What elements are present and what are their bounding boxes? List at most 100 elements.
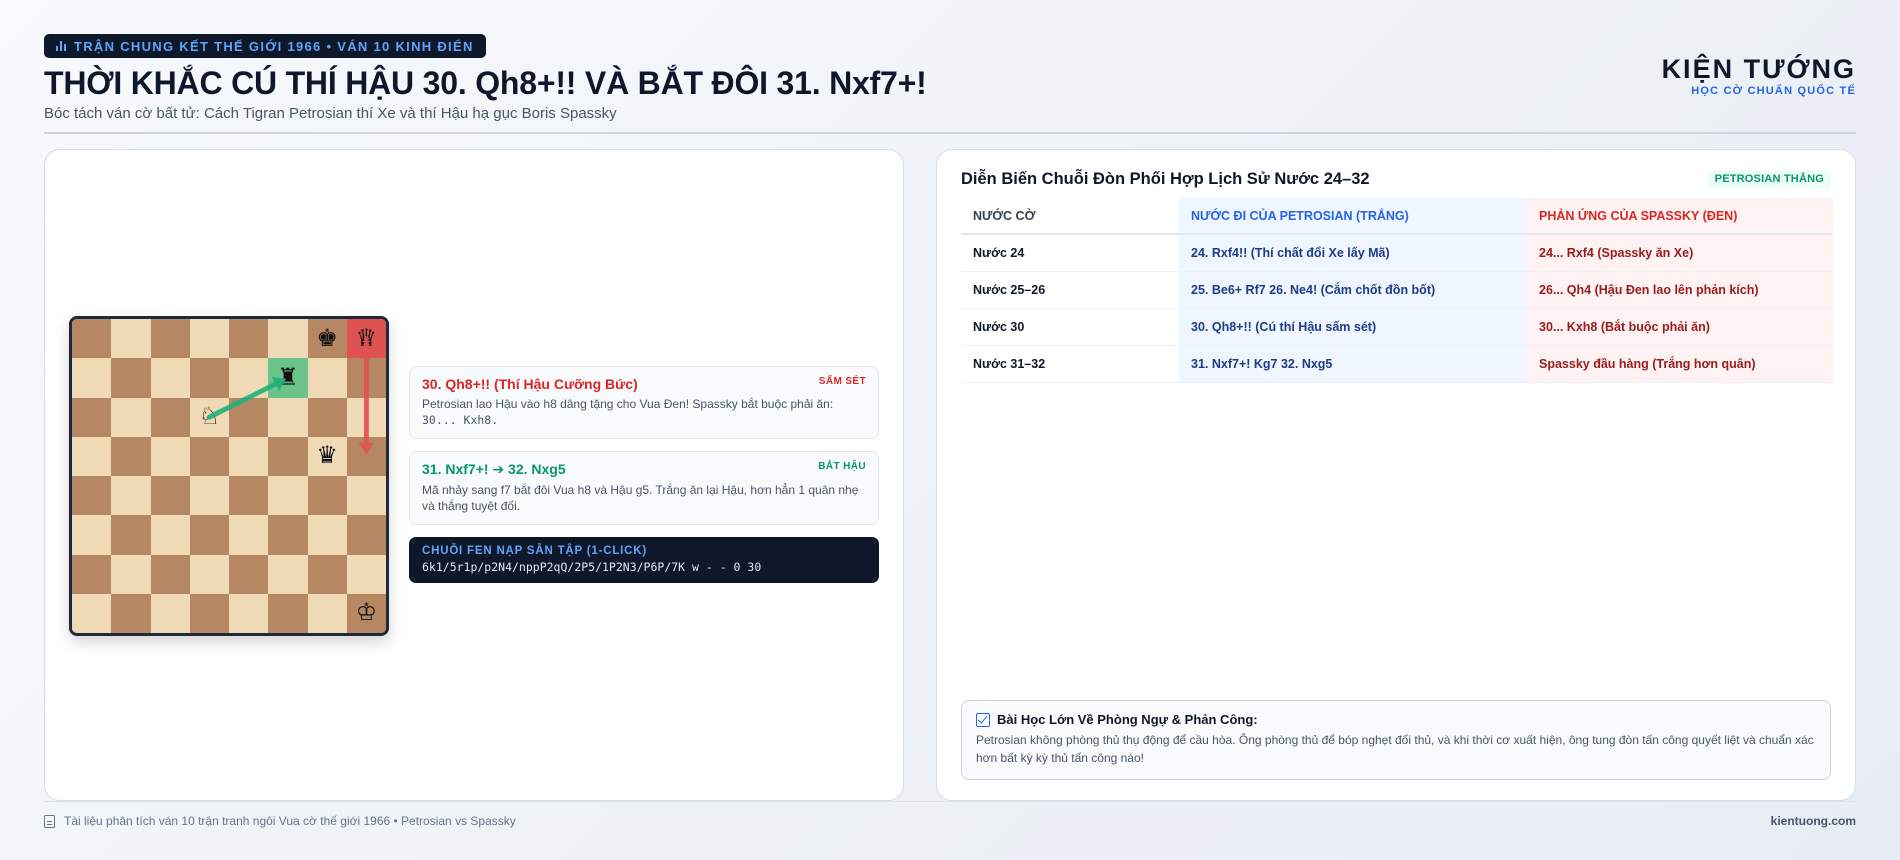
square-a1[interactable]	[72, 593, 112, 633]
square-d6[interactable]: ♘	[189, 397, 229, 437]
square-f5[interactable]	[268, 436, 308, 476]
square-e2[interactable]	[229, 554, 269, 594]
square-c7[interactable]	[150, 358, 190, 398]
square-e4[interactable]	[229, 476, 269, 516]
square-g6[interactable]	[307, 397, 347, 437]
black-move-cell: 24... Rxf4 (Spassky ăn Xe)	[1527, 234, 1833, 272]
square-e3[interactable]	[229, 515, 269, 555]
note-queen-sacrifice: 30. Qh8+!! (Thí Hậu Cưỡng Bức) SẤM SÉT P…	[409, 366, 879, 439]
square-h3[interactable]	[346, 515, 386, 555]
square-d5[interactable]	[189, 436, 229, 476]
square-a8[interactable]	[72, 319, 112, 359]
chess-piece-f7[interactable]: ♜	[277, 365, 299, 390]
square-h2[interactable]	[346, 554, 386, 594]
square-h4[interactable]	[346, 476, 386, 516]
square-b6[interactable]	[111, 397, 151, 437]
square-g3[interactable]	[307, 515, 347, 555]
chess-piece-h1[interactable]: ♔	[356, 601, 378, 625]
square-c2[interactable]	[150, 554, 190, 594]
square-g2[interactable]	[307, 554, 347, 594]
chess-piece-d6[interactable]: ♘	[199, 405, 221, 429]
chess-board[interactable]: ♚ ♛ ♜ ♘ ♛ ♔	[69, 316, 389, 636]
square-e5[interactable]	[229, 436, 269, 476]
square-f4[interactable]	[268, 476, 308, 516]
note-tag: BẮT HẬU	[818, 461, 866, 472]
chess-piece-h8[interactable]: ♛	[356, 326, 378, 351]
square-e6[interactable]	[229, 397, 269, 437]
bar-chart-icon	[56, 41, 66, 51]
fen-string[interactable]: 6k1/5r1p/p2N4/nppP2qQ/2P5/1P2N3/P6P/7K w…	[422, 560, 866, 574]
square-b1[interactable]	[111, 593, 151, 633]
square-b4[interactable]	[111, 476, 151, 516]
table-row: Nước 25–26 25. Be6+ Rf7 26. Ne4! (Cắm ch…	[961, 271, 1833, 309]
fen-copy-box[interactable]: CHUỖI FEN NẠP SẴN TẬP (1-CLICK) 6k1/5r1p…	[409, 537, 879, 583]
square-h6[interactable]	[346, 397, 386, 437]
square-a4[interactable]	[72, 476, 112, 516]
column-header-move: NƯỚC CỜ	[961, 198, 1179, 235]
square-c3[interactable]	[150, 515, 190, 555]
brand-tagline: HỌC CỜ CHUẨN QUỐC TẾ	[1691, 85, 1856, 97]
black-move-cell: 26... Qh4 (Hậu Đen lao lên phản kích)	[1527, 271, 1833, 309]
chess-piece-g5[interactable]: ♛	[316, 444, 338, 468]
page-title: THỜI KHẮC CÚ THÍ HẬU 30. Qh8+!! VÀ BẮT Đ…	[44, 65, 927, 101]
square-c5[interactable]	[150, 436, 190, 476]
square-d4[interactable]	[189, 476, 229, 516]
footer-site-link[interactable]: kientuong.com	[1771, 814, 1856, 828]
move-notes: 30. Qh8+!! (Thí Hậu Cưỡng Bức) SẤM SÉT P…	[409, 366, 879, 583]
square-c6[interactable]	[150, 397, 190, 437]
square-e8[interactable]	[229, 319, 269, 359]
square-d8[interactable]	[189, 319, 229, 359]
page-header: TRẬN CHUNG KẾT THẾ GIỚI 1966 • VÁN 10 KI…	[44, 34, 1856, 134]
brand[interactable]: KIỆN TƯỚNG HỌC CỜ CHUẨN QUỐC TẾ	[1662, 54, 1856, 97]
lesson-title: Bài Học Lớn Về Phòng Ngự & Phản Công:	[997, 712, 1258, 727]
note-body: Petrosian lao Hậu vào h8 dâng tặng cho V…	[422, 396, 866, 428]
square-g7[interactable]	[307, 358, 347, 398]
square-c4[interactable]	[150, 476, 190, 516]
square-c8[interactable]	[150, 319, 190, 359]
fen-label: CHUỖI FEN NẠP SẴN TẬP (1-CLICK)	[422, 545, 647, 557]
square-b2[interactable]	[111, 554, 151, 594]
square-d2[interactable]	[189, 554, 229, 594]
square-g1[interactable]	[307, 593, 347, 633]
square-d1[interactable]	[189, 593, 229, 633]
square-e1[interactable]	[229, 593, 269, 633]
square-g4[interactable]	[307, 476, 347, 516]
square-f7[interactable]: ♜	[268, 358, 308, 398]
square-h8[interactable]: ♛	[346, 319, 386, 359]
square-f1[interactable]	[268, 593, 308, 633]
square-h1[interactable]: ♔	[346, 593, 386, 633]
moves-table-card: Diễn Biến Chuỗi Đòn Phối Hợp Lịch Sử Nướ…	[936, 149, 1856, 801]
square-d3[interactable]	[189, 515, 229, 555]
square-f2[interactable]	[268, 554, 308, 594]
square-b7[interactable]	[111, 358, 151, 398]
square-a6[interactable]	[72, 397, 112, 437]
square-g8[interactable]: ♚	[307, 319, 347, 359]
brand-name: KIỆN TƯỚNG	[1661, 54, 1856, 84]
square-g5[interactable]: ♛	[307, 436, 347, 476]
square-d7[interactable]	[189, 358, 229, 398]
chess-piece-g8[interactable]: ♚	[316, 326, 338, 351]
note-body-text: Mã nhảy sang f7 bắt đôi Vua h8 và Hậu g5…	[422, 483, 859, 513]
square-f8[interactable]	[268, 319, 308, 359]
square-e7[interactable]	[229, 358, 269, 398]
note-body-text: Petrosian lao Hậu vào h8 dâng tặng cho V…	[422, 397, 834, 411]
event-badge-label: TRẬN CHUNG KẾT THẾ GIỚI 1966 • VÁN 10 KI…	[74, 38, 474, 54]
move-number-cell: Nước 31–32	[961, 345, 1179, 383]
square-b5[interactable]	[111, 436, 151, 476]
checkbox-check-icon	[976, 712, 990, 727]
square-f6[interactable]	[268, 397, 308, 437]
lesson-callout: Bài Học Lớn Về Phòng Ngự & Phản Công: Pe…	[961, 700, 1831, 780]
square-h7[interactable]	[346, 358, 386, 398]
lesson-heading: Bài Học Lớn Về Phòng Ngự & Phản Công:	[976, 712, 1816, 727]
square-c1[interactable]	[150, 593, 190, 633]
move-number-cell: Nước 24	[961, 234, 1179, 272]
square-a2[interactable]	[72, 554, 112, 594]
column-header-black: PHẢN ỨNG CỦA SPASSKY (ĐEN)	[1527, 198, 1833, 235]
square-h5[interactable]	[346, 436, 386, 476]
square-f3[interactable]	[268, 515, 308, 555]
square-a5[interactable]	[72, 436, 112, 476]
square-a7[interactable]	[72, 358, 112, 398]
square-a3[interactable]	[72, 515, 112, 555]
square-b3[interactable]	[111, 515, 151, 555]
square-b8[interactable]	[111, 319, 151, 359]
